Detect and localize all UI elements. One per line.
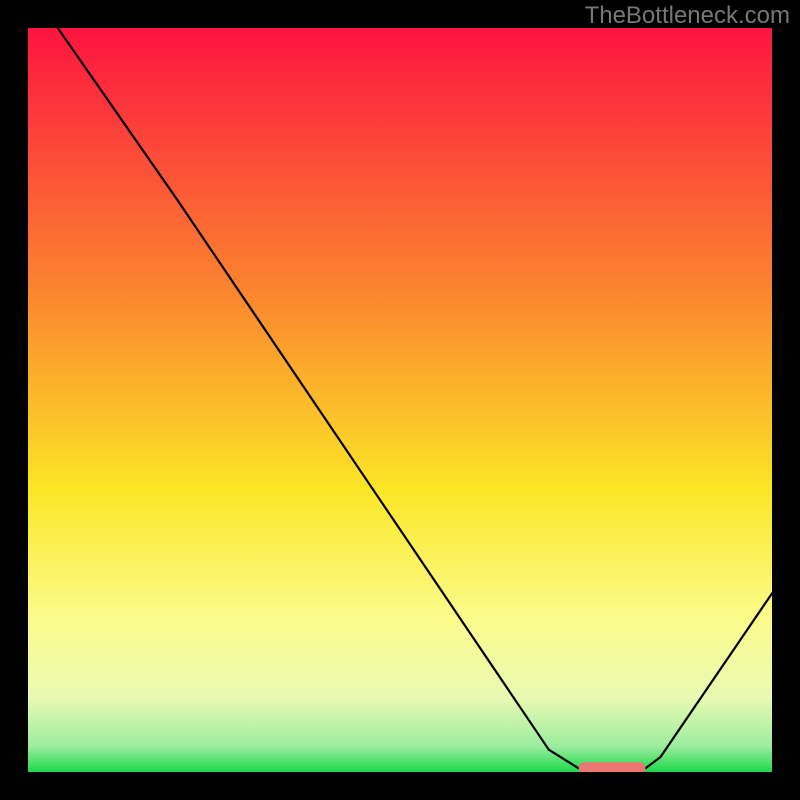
- bottleneck-chart: TheBottleneck.com: [0, 0, 800, 800]
- chart-plot-area: [28, 28, 772, 772]
- watermark-text: TheBottleneck.com: [585, 2, 790, 30]
- chart-background-gradient: [28, 28, 772, 772]
- chart-optimal-marker: [579, 762, 646, 772]
